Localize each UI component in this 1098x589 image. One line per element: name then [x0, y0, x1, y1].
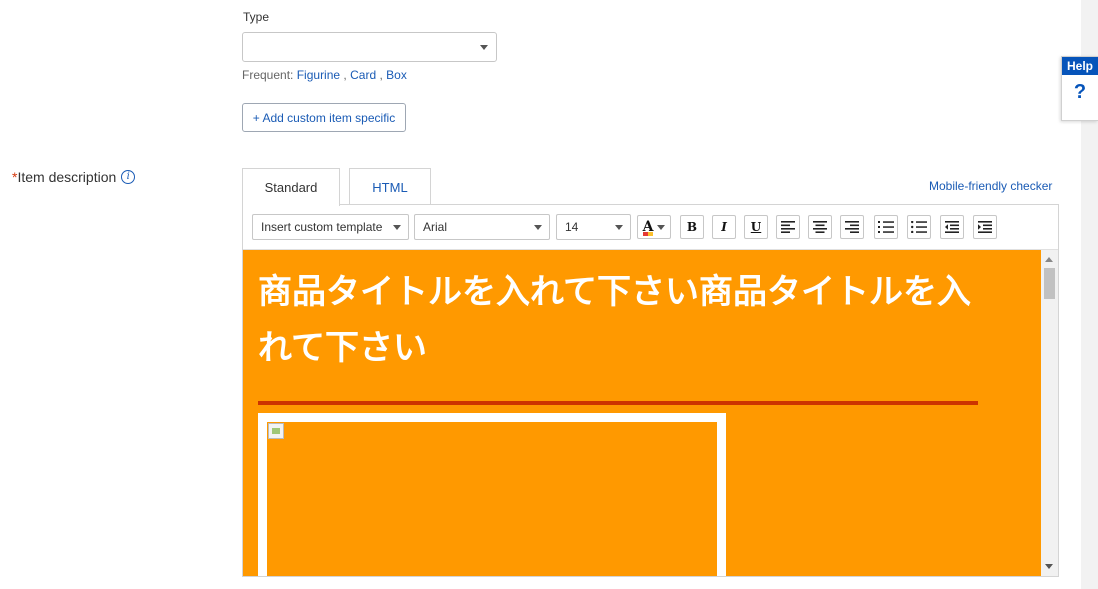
- mobile-friendly-checker-link[interactable]: Mobile-friendly checker: [929, 179, 1052, 193]
- indent-icon: [978, 221, 992, 233]
- align-center-icon: [813, 221, 827, 233]
- frequent-figurine-link[interactable]: Figurine: [297, 68, 340, 82]
- align-left-icon: [781, 221, 795, 233]
- bullet-list-button[interactable]: [907, 215, 931, 239]
- frequent-prefix: Frequent:: [242, 68, 294, 82]
- editor-content-area[interactable]: 商品タイトルを入れて下さい商品タイトルを入れて下さい: [243, 250, 1041, 576]
- underline-button[interactable]: U: [744, 215, 768, 239]
- italic-icon: I: [721, 220, 727, 234]
- question-icon: ?: [1073, 81, 1087, 103]
- ordered-list-icon: [878, 221, 894, 233]
- bold-icon: B: [686, 220, 698, 234]
- type-label: Type: [243, 10, 270, 24]
- frequent-box-link[interactable]: Box: [386, 68, 407, 82]
- add-custom-item-specific-button[interactable]: + Add custom item specific: [242, 103, 406, 132]
- align-center-button[interactable]: [808, 215, 832, 239]
- font-size-select[interactable]: 14: [556, 214, 631, 240]
- frequent-card-link[interactable]: Card: [350, 68, 376, 82]
- scroll-thumb[interactable]: [1044, 268, 1055, 299]
- font-size-value: 14: [565, 220, 579, 234]
- chevron-down-icon: [393, 225, 401, 230]
- image-frame: [258, 413, 726, 576]
- align-right-icon: [845, 221, 859, 233]
- bullet-list-icon: [911, 221, 927, 233]
- align-left-button[interactable]: [776, 215, 800, 239]
- content-title: 商品タイトルを入れて下さい商品タイトルを入れて下さい: [258, 272, 971, 368]
- chevron-down-icon: [480, 45, 488, 50]
- type-select[interactable]: [242, 32, 497, 62]
- chevron-down-icon: [615, 225, 623, 230]
- indent-button[interactable]: [973, 215, 997, 239]
- font-color-icon: A: [642, 219, 666, 236]
- broken-image-icon: [268, 423, 284, 439]
- bold-button[interactable]: B: [680, 215, 704, 239]
- align-right-button[interactable]: [840, 215, 864, 239]
- font-color-button[interactable]: A: [637, 215, 671, 239]
- insert-template-select[interactable]: Insert custom template: [252, 214, 409, 240]
- item-description-label: * Item description i: [12, 169, 136, 185]
- description-editor: Insert custom template Arial 14 A B I U: [242, 204, 1059, 577]
- scroll-up-icon[interactable]: [1045, 257, 1053, 262]
- ordered-list-button[interactable]: [874, 215, 898, 239]
- editor-scrollbar[interactable]: [1041, 250, 1058, 576]
- editor-toolbar: Insert custom template Arial 14 A B I U: [243, 205, 1058, 250]
- outdent-icon: [945, 221, 959, 233]
- italic-button[interactable]: I: [712, 215, 736, 239]
- underline-icon: U: [750, 220, 762, 234]
- help-widget[interactable]: Help ?: [1061, 56, 1098, 121]
- tab-standard[interactable]: Standard: [242, 168, 340, 206]
- chevron-down-icon: [534, 225, 542, 230]
- scroll-down-icon[interactable]: [1045, 564, 1053, 569]
- font-family-select[interactable]: Arial: [414, 214, 550, 240]
- insert-template-value: Insert custom template: [261, 220, 383, 234]
- info-icon[interactable]: i: [121, 170, 136, 184]
- item-description-text: Item description: [17, 169, 117, 185]
- frequent-suggestions: Frequent: Figurine , Card , Box: [242, 68, 407, 82]
- font-family-value: Arial: [423, 220, 448, 234]
- content-divider: [258, 401, 978, 405]
- frequent-separator: ,: [379, 68, 383, 82]
- tab-html[interactable]: HTML: [349, 168, 431, 205]
- outdent-button[interactable]: [940, 215, 964, 239]
- frequent-separator: ,: [343, 68, 347, 82]
- help-label: Help: [1062, 57, 1098, 75]
